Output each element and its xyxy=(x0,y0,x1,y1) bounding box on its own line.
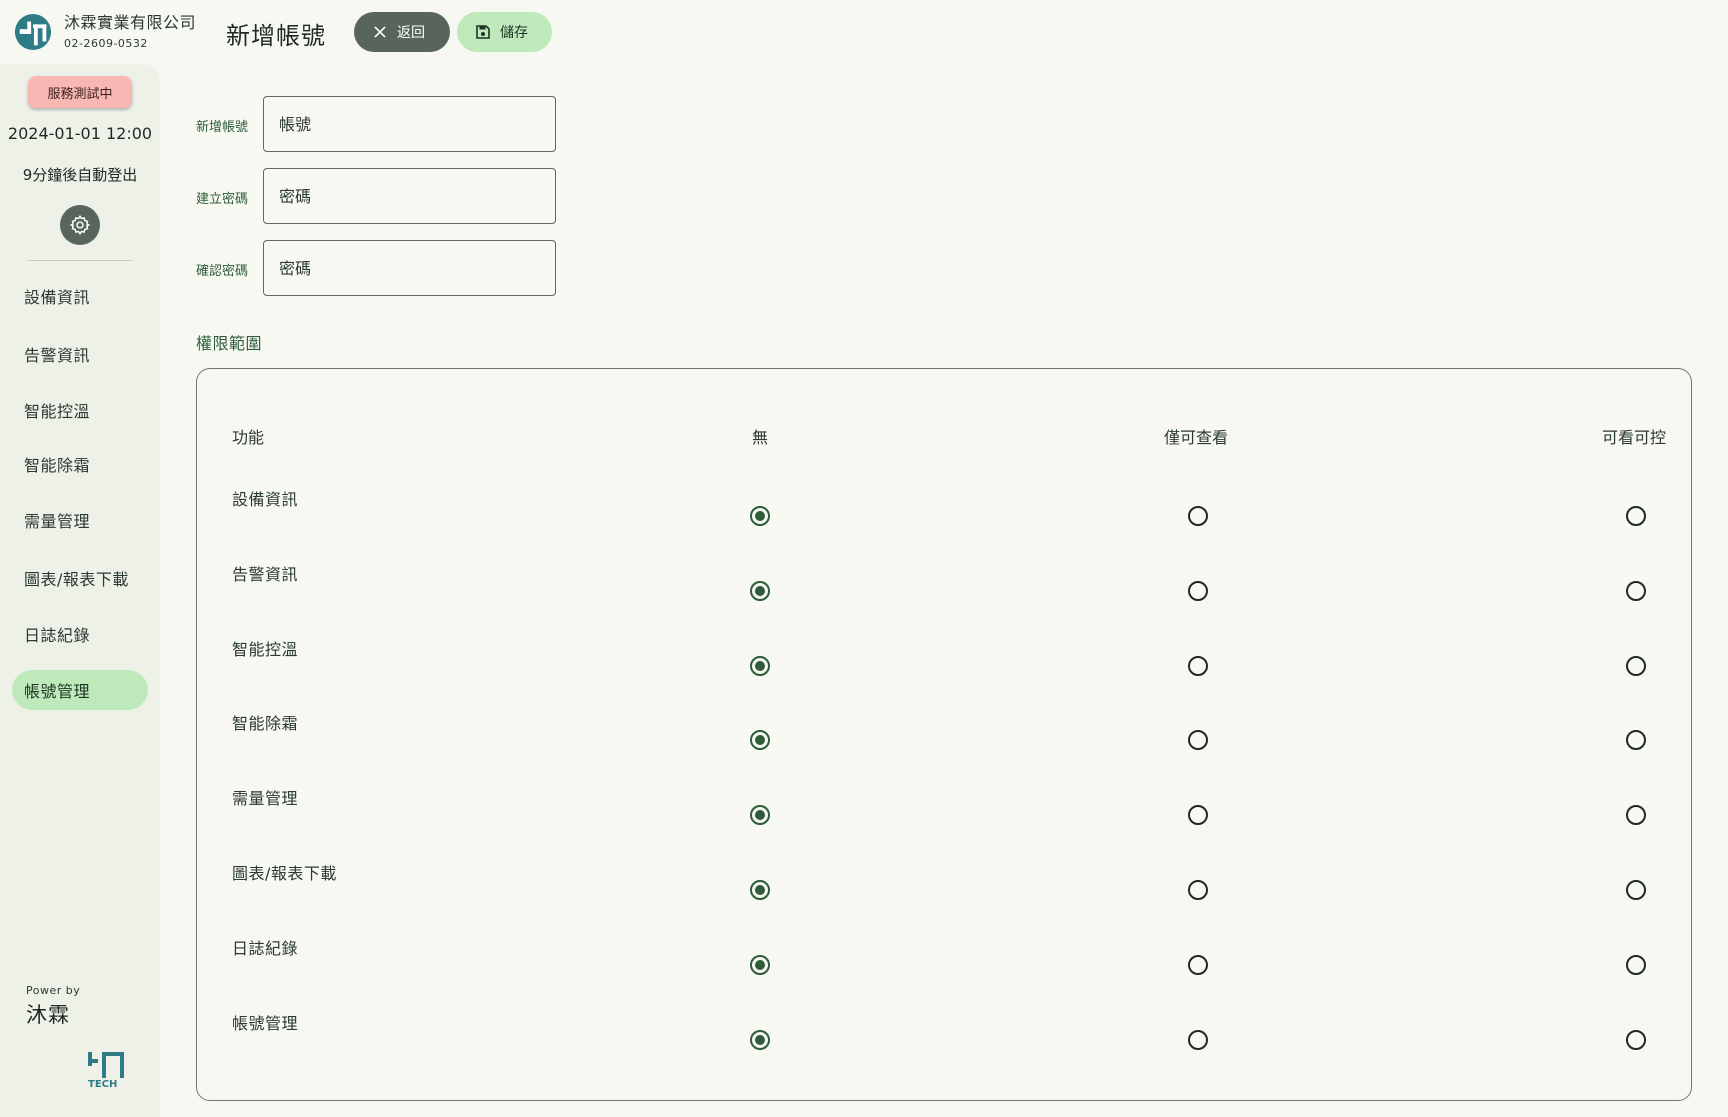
radio-view-only[interactable] xyxy=(1188,1030,1208,1050)
company-phone: 02-2609-0532 xyxy=(64,37,148,50)
sidebar-item-label: 帳號管理 xyxy=(24,682,91,701)
radio-none[interactable] xyxy=(750,955,770,975)
permission-row-label: 智能除霜 xyxy=(232,714,299,733)
back-button[interactable]: 返回 xyxy=(354,12,450,52)
sidebar-item-alarm-info[interactable]: 告警資訊 xyxy=(12,334,148,374)
brand: 沐霖實業有限公司 02-2609-0532 xyxy=(14,12,196,52)
radio-none[interactable] xyxy=(750,656,770,676)
sidebar-item-label: 告警資訊 xyxy=(24,346,91,365)
radio-view-control[interactable] xyxy=(1626,656,1646,676)
save-button[interactable]: 儲存 xyxy=(457,12,552,52)
sidebar-item-demand-management[interactable]: 需量管理 xyxy=(12,500,148,540)
account-label: 新增帳號 xyxy=(196,120,249,135)
sidebar-item-label: 日誌紀錄 xyxy=(24,626,91,645)
permissions-title: 權限範圍 xyxy=(196,334,263,353)
radio-view-control[interactable] xyxy=(1626,1030,1646,1050)
radio-view-only[interactable] xyxy=(1188,656,1208,676)
radio-view-control[interactable] xyxy=(1626,506,1646,526)
powered-by: Power by 沐霖 xyxy=(26,984,80,1029)
radio-view-only[interactable] xyxy=(1188,581,1208,601)
save-button-label: 儲存 xyxy=(500,25,528,41)
permission-row-label: 告警資訊 xyxy=(232,565,299,584)
current-datetime: 2024-01-01 12:00 xyxy=(7,124,153,143)
gear-icon xyxy=(69,214,91,236)
close-icon xyxy=(374,26,386,38)
radio-view-only[interactable] xyxy=(1188,955,1208,975)
confirm-password-input[interactable] xyxy=(263,240,556,296)
radio-none[interactable] xyxy=(750,506,770,526)
password-input[interactable] xyxy=(263,168,556,224)
sidebar-item-label: 智能控溫 xyxy=(24,402,91,421)
powered-by-name: 沐霖 xyxy=(26,1003,70,1027)
company-logo-icon xyxy=(14,13,52,51)
company-name: 沐霖實業有限公司 xyxy=(64,13,197,32)
sidebar-divider xyxy=(28,260,132,261)
radio-none[interactable] xyxy=(750,805,770,825)
back-button-label: 返回 xyxy=(397,25,425,41)
radio-view-only[interactable] xyxy=(1188,805,1208,825)
sidebar-item-label: 設備資訊 xyxy=(24,288,91,307)
account-input[interactable] xyxy=(263,96,556,152)
radio-view-control[interactable] xyxy=(1626,730,1646,750)
sidebar-item-device-info[interactable]: 設備資訊 xyxy=(12,276,148,316)
column-header-none: 無 xyxy=(752,428,769,447)
column-header-function: 功能 xyxy=(232,428,265,447)
sidebar-item-logs[interactable]: 日誌紀錄 xyxy=(12,614,148,654)
radio-view-control[interactable] xyxy=(1626,581,1646,601)
permission-row-label: 日誌紀錄 xyxy=(232,939,299,958)
permission-row-label: 智能控溫 xyxy=(232,640,299,659)
radio-none[interactable] xyxy=(750,880,770,900)
service-status-badge: 服務測試中 xyxy=(28,76,132,108)
radio-view-only[interactable] xyxy=(1188,506,1208,526)
permission-row-label: 圖表/報表下載 xyxy=(232,864,337,883)
radio-none[interactable] xyxy=(750,581,770,601)
password-label: 建立密碼 xyxy=(196,192,249,207)
sidebar-item-smart-temp[interactable]: 智能控溫 xyxy=(12,390,148,430)
permissions-table xyxy=(196,368,1692,1101)
radio-none[interactable] xyxy=(750,1030,770,1050)
radio-view-control[interactable] xyxy=(1626,955,1646,975)
permission-row-label: 設備資訊 xyxy=(232,490,299,509)
column-header-view-only: 僅可查看 xyxy=(1164,428,1229,447)
sidebar-item-chart-report[interactable]: 圖表/報表下載 xyxy=(12,558,148,598)
sidebar-item-label: 圖表/報表下載 xyxy=(24,570,129,589)
radio-view-control[interactable] xyxy=(1626,805,1646,825)
permission-row-label: 帳號管理 xyxy=(232,1014,299,1033)
settings-button[interactable] xyxy=(60,205,100,245)
radio-none[interactable] xyxy=(750,730,770,750)
page-title: 新增帳號 xyxy=(226,22,326,50)
sidebar-item-account-management[interactable]: 帳號管理 xyxy=(12,670,148,710)
tech-logo-label: TECH xyxy=(88,1079,117,1088)
radio-view-only[interactable] xyxy=(1188,730,1208,750)
column-header-view-control: 可看可控 xyxy=(1602,428,1667,447)
confirm-password-label: 確認密碼 xyxy=(196,264,249,279)
powered-by-label: Power by xyxy=(26,984,81,997)
auto-logout-notice: 9分鐘後自動登出 xyxy=(22,166,138,184)
tech-logo-icon: TECH xyxy=(88,1052,124,1088)
sidebar-item-label: 需量管理 xyxy=(24,512,91,531)
save-icon xyxy=(476,25,490,39)
top-bar: 沐霖實業有限公司 02-2609-0532 新增帳號 返回 儲存 xyxy=(0,0,1728,64)
radio-view-only[interactable] xyxy=(1188,880,1208,900)
sidebar-item-label: 智能除霜 xyxy=(24,456,91,475)
permission-row-label: 需量管理 xyxy=(232,789,299,808)
sidebar-item-smart-defrost[interactable]: 智能除霜 xyxy=(12,444,148,484)
radio-view-control[interactable] xyxy=(1626,880,1646,900)
